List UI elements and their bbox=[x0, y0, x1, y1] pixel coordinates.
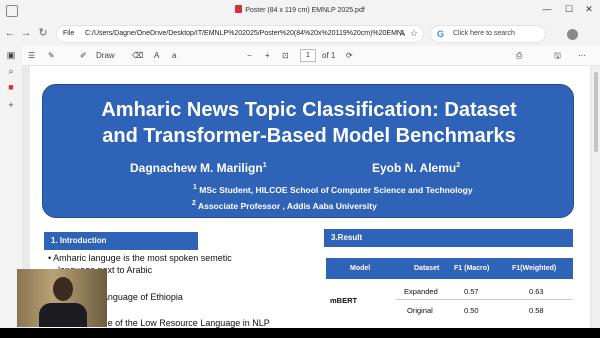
back-button[interactable]: ← bbox=[4, 27, 16, 39]
vertical-scrollbar[interactable] bbox=[592, 66, 600, 338]
close-button[interactable]: ✕ bbox=[582, 4, 596, 15]
search-icon[interactable]: ⌕ bbox=[5, 66, 17, 77]
table-cell: 0.50 bbox=[464, 306, 479, 315]
table-row: Expanded bbox=[404, 287, 438, 296]
rotate-icon[interactable]: ⟳ bbox=[346, 50, 353, 62]
zoom-out-button[interactable]: − bbox=[247, 50, 252, 62]
table-cell: 0.63 bbox=[529, 287, 544, 296]
title-bar: Poster (84 x 119 cm) EMNLP 2025.pdf — ☐ … bbox=[0, 0, 600, 22]
poster-title-line1: Amharic News Topic Classification: Datas… bbox=[101, 99, 517, 121]
model-cell: mBERT bbox=[330, 296, 358, 305]
draw-label[interactable]: Draw bbox=[96, 50, 115, 62]
header-model: Model bbox=[350, 265, 371, 272]
author-2: Eyob N. Alemu2 bbox=[372, 161, 461, 175]
highlight-icon[interactable]: ✎ bbox=[48, 50, 55, 62]
translate-button[interactable]: a bbox=[172, 50, 176, 62]
profile-avatar[interactable] bbox=[567, 29, 578, 40]
scrollbar-thumb[interactable] bbox=[594, 72, 598, 152]
header-f1-weighted: F1(Weighted) bbox=[512, 265, 557, 272]
pdf-icon[interactable]: ■ bbox=[5, 82, 17, 92]
browser-window: Poster (84 x 119 cm) EMNLP 2025.pdf — ☐ … bbox=[0, 0, 600, 338]
address-bar-row: ← → ↻ File C:/Users/Dagne/OneDrive/Deskt… bbox=[0, 22, 600, 46]
add-icon[interactable]: + bbox=[5, 100, 17, 110]
page-total: of 1 bbox=[322, 51, 336, 60]
search-placeholder[interactable]: Click here to search bbox=[453, 30, 515, 37]
webcam-overlay bbox=[17, 269, 107, 327]
bottom-edge bbox=[0, 328, 600, 338]
zoom-in-button[interactable]: + bbox=[265, 50, 270, 62]
google-icon: G bbox=[437, 29, 445, 39]
table-cell: 0.58 bbox=[529, 306, 544, 315]
presenter-head bbox=[53, 277, 73, 301]
more-icon[interactable]: ⋯ bbox=[578, 50, 586, 62]
affiliation-1: 1 MSc Student, HILCOE School of Computer… bbox=[193, 184, 473, 195]
read-aloud-icon[interactable]: A bbox=[400, 29, 405, 38]
url-text[interactable]: C:/Users/Dagne/OneDrive/Desktop/IT/EMNLP… bbox=[85, 30, 405, 37]
header-f1-macro: F1 (Macro) bbox=[454, 265, 490, 272]
table-row: Original bbox=[407, 306, 433, 315]
author-1: Dagnachew M. Marilign1 bbox=[130, 161, 267, 175]
maximize-button[interactable]: ☐ bbox=[562, 4, 576, 15]
poster-title-line2: and Transformer-Based Model Benchmarks bbox=[102, 125, 516, 147]
presenter-body bbox=[39, 303, 87, 327]
minimize-button[interactable]: — bbox=[540, 4, 554, 14]
draw-icon[interactable]: ✐ bbox=[80, 50, 87, 62]
save-icon[interactable]: 🖫 bbox=[554, 50, 561, 62]
pdf-toolbar: ☰ ✎ ✐ Draw ⌫ A a − + ⊡ 1 of 1 ⟳ ⎙ 🖫 ⋯ bbox=[22, 46, 600, 66]
fit-page-icon[interactable]: ⊡ bbox=[282, 50, 289, 62]
affiliation-2: 2 Associate Professor , Addis Aaba Unive… bbox=[192, 200, 377, 211]
pdf-file-icon bbox=[235, 5, 243, 13]
print-icon[interactable]: ⎙ bbox=[516, 50, 522, 62]
refresh-button[interactable]: ↻ bbox=[37, 27, 49, 39]
intro-section-header: 1. Introduction bbox=[44, 232, 198, 250]
contents-icon[interactable]: ☰ bbox=[28, 50, 35, 62]
address-bar[interactable]: File C:/Users/Dagne/OneDrive/Desktop/IT/… bbox=[56, 25, 424, 43]
intro-bullet-1: • Amharic languge is the most spoken sem… bbox=[48, 253, 232, 263]
header-dataset: Dataset bbox=[414, 265, 440, 272]
erase-icon[interactable]: ⌫ bbox=[132, 50, 143, 62]
tabs-icon[interactable]: ▣ bbox=[5, 50, 17, 61]
search-box[interactable]: G Click here to search bbox=[430, 25, 546, 43]
page-number-input[interactable]: 1 bbox=[300, 49, 316, 62]
table-cell: 0.57 bbox=[464, 287, 479, 296]
poster-banner: Amharic News Topic Classification: Datas… bbox=[42, 84, 574, 218]
favorite-icon[interactable]: ☆ bbox=[410, 28, 418, 39]
forward-button[interactable]: → bbox=[20, 27, 32, 39]
file-protocol-label: File bbox=[63, 30, 75, 37]
read-aloud-button[interactable]: A bbox=[154, 50, 159, 62]
row-divider bbox=[396, 299, 573, 300]
window-title: Poster (84 x 119 cm) EMNLP 2025.pdf bbox=[0, 5, 600, 14]
result-section-header: 3.Result bbox=[324, 229, 573, 247]
table-header: Model Dataset F1 (Macro) F1(Weighted) bbox=[326, 258, 573, 279]
